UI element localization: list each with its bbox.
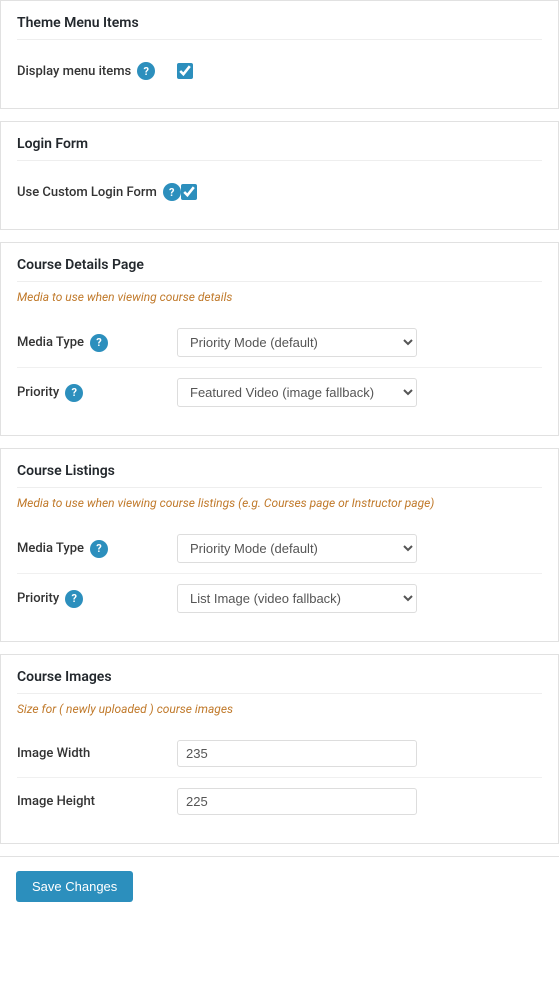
sections-container: Theme Menu ItemsDisplay menu items?Login… [0,0,559,844]
select-course-listings-priority[interactable]: List Image (video fallback)Video (image … [177,584,417,613]
checkbox-wrapper-display-menu-items [177,63,193,79]
label-text-course-details-media-type: Media Type [17,335,84,350]
input-image-height[interactable] [177,788,417,815]
field-row-course-details-priority: Priority?Featured Video (image fallback)… [17,368,542,417]
section-title-login-form: Login Form [17,136,542,161]
field-control-course-details-priority: Featured Video (image fallback)Featured … [177,378,542,407]
field-control-course-details-media-type: Priority Mode (default)Video OnlyImage O… [177,328,542,357]
section-subtitle-course-details-page: Media to use when viewing course details [17,290,542,304]
label-text-image-width: Image Width [17,746,90,761]
field-row-image-width: Image Width [17,730,542,778]
field-row-image-height: Image Height [17,778,542,825]
field-row-use-custom-login-form: Use Custom Login Form? [17,173,542,211]
label-text-course-details-priority: Priority [17,385,59,400]
label-text-use-custom-login-form: Use Custom Login Form [17,185,157,200]
field-label-display-menu-items: Display menu items? [17,62,177,80]
field-label-course-details-priority: Priority? [17,384,177,402]
field-label-image-width: Image Width [17,746,177,761]
field-control-image-height [177,788,542,815]
help-icon-use-custom-login-form[interactable]: ? [163,183,181,201]
field-control-course-listings-media-type: Priority Mode (default)Video OnlyImage O… [177,534,542,563]
section-title-course-listings: Course Listings [17,463,542,488]
help-icon-course-details-priority[interactable]: ? [65,384,83,402]
help-icon-display-menu-items[interactable]: ? [137,62,155,80]
section-title-theme-menu-items: Theme Menu Items [17,15,542,40]
select-course-details-priority[interactable]: Featured Video (image fallback)Featured … [177,378,417,407]
field-label-course-details-media-type: Media Type? [17,334,177,352]
field-label-image-height: Image Height [17,794,177,809]
section-course-listings: Course Listings Media to use when viewing… [0,448,559,642]
field-control-course-listings-priority: List Image (video fallback)Video (image … [177,584,542,613]
section-theme-menu-items: Theme Menu Items Display menu items? [0,0,559,109]
section-subtitle-course-listings: Media to use when viewing course listing… [17,496,542,510]
field-row-course-details-media-type: Media Type?Priority Mode (default)Video … [17,318,542,368]
label-text-display-menu-items: Display menu items [17,64,131,79]
checkbox-wrapper-use-custom-login-form [181,184,197,200]
field-control-use-custom-login-form [181,184,542,200]
field-control-display-menu-items [177,63,542,79]
select-course-details-media-type[interactable]: Priority Mode (default)Video OnlyImage O… [177,328,417,357]
section-course-images: Course Images Size for ( newly uploaded )… [0,654,559,844]
section-title-course-details-page: Course Details Page [17,257,542,282]
field-label-course-listings-priority: Priority? [17,590,177,608]
label-text-image-height: Image Height [17,794,95,809]
field-label-course-listings-media-type: Media Type? [17,540,177,558]
label-text-course-listings-priority: Priority [17,591,59,606]
help-icon-course-listings-media-type[interactable]: ? [90,540,108,558]
footer-bar: Save Changes [0,856,559,926]
page-wrapper: Theme Menu ItemsDisplay menu items?Login… [0,0,559,993]
section-title-course-images: Course Images [17,669,542,694]
field-label-use-custom-login-form: Use Custom Login Form? [17,183,181,201]
help-icon-course-details-media-type[interactable]: ? [90,334,108,352]
field-row-course-listings-priority: Priority?List Image (video fallback)Vide… [17,574,542,623]
field-control-image-width [177,740,542,767]
section-subtitle-course-images: Size for ( newly uploaded ) course image… [17,702,542,716]
select-course-listings-media-type[interactable]: Priority Mode (default)Video OnlyImage O… [177,534,417,563]
field-row-course-listings-media-type: Media Type?Priority Mode (default)Video … [17,524,542,574]
input-image-width[interactable] [177,740,417,767]
label-text-course-listings-media-type: Media Type [17,541,84,556]
section-login-form: Login Form Use Custom Login Form? [0,121,559,230]
checkbox-display-menu-items[interactable] [177,63,193,79]
field-row-display-menu-items: Display menu items? [17,52,542,90]
help-icon-course-listings-priority[interactable]: ? [65,590,83,608]
checkbox-use-custom-login-form[interactable] [181,184,197,200]
save-button[interactable]: Save Changes [16,871,133,902]
section-course-details-page: Course Details Page Media to use when vie… [0,242,559,436]
